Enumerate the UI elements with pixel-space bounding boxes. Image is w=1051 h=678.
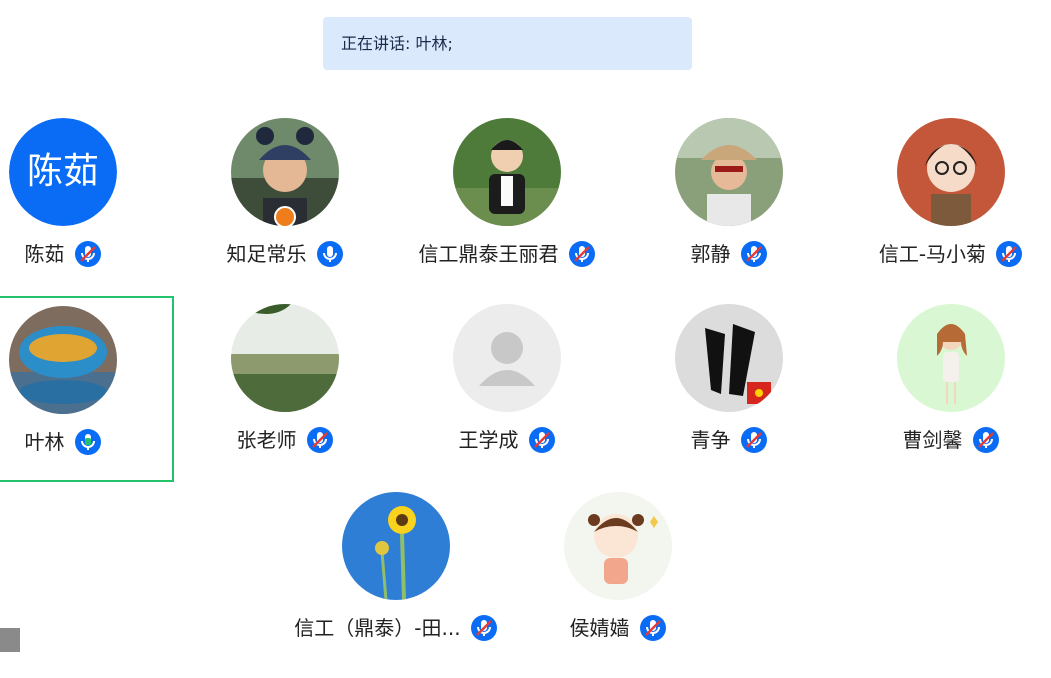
participant-tile[interactable]: 信工-马小菊 (840, 118, 1051, 304)
participant-tile[interactable]: 王学成 (396, 304, 618, 490)
avatar (675, 304, 783, 412)
avatar (342, 492, 450, 600)
participant-name: 郭静 (690, 241, 731, 266)
mic-speaking-icon[interactable] (74, 428, 102, 456)
avatar (231, 304, 339, 412)
avatar (9, 306, 117, 414)
avatar (564, 492, 672, 600)
mic-muted-icon[interactable] (568, 240, 596, 268)
mic-muted-icon[interactable] (528, 426, 556, 454)
participant-tile[interactable]: 信工（鼎泰）-田... (285, 492, 507, 678)
participant-tile[interactable]: 陈茹 陈茹 (0, 118, 174, 304)
participant-tile[interactable]: 曹剑馨 (840, 304, 1051, 490)
participant-name: 信工鼎泰王丽君 (418, 241, 559, 266)
mic-muted-icon[interactable] (470, 614, 498, 642)
mic-muted-icon[interactable] (740, 240, 768, 268)
participant-tile[interactable]: 知足常乐 (174, 118, 396, 304)
mic-muted-icon[interactable] (74, 240, 102, 268)
participant-name: 信工（鼎泰）-田... (294, 615, 461, 640)
avatar (897, 118, 1005, 226)
speaking-banner: 正在讲话: 叶林; (323, 17, 692, 70)
participant-name: 王学成 (458, 427, 519, 452)
host-badge-icon (274, 206, 296, 228)
mic-muted-icon[interactable] (995, 240, 1023, 268)
participant-name: 信工-马小菊 (878, 241, 987, 266)
participant-tile[interactable]: 侯婧嫱 (507, 492, 729, 678)
participant-name: 叶林 (24, 429, 65, 454)
participant-name: 青争 (690, 427, 731, 452)
mic-muted-icon[interactable] (639, 614, 667, 642)
mic-on-icon[interactable] (316, 240, 344, 268)
participant-name: 陈茹 (24, 241, 65, 266)
mic-muted-icon[interactable] (740, 426, 768, 454)
participant-name: 知足常乐 (226, 241, 307, 266)
mic-muted-icon[interactable] (306, 426, 334, 454)
participant-tile-active[interactable]: 叶林 (0, 296, 174, 482)
collapse-tab[interactable] (0, 628, 20, 652)
participant-name: 侯婧嫱 (569, 615, 630, 640)
avatar-initials: 陈茹 (9, 118, 117, 226)
speaking-text: 正在讲话: 叶林; (341, 34, 453, 53)
participant-name: 曹剑馨 (902, 427, 963, 452)
participant-tile[interactable]: 郭静 (618, 118, 840, 304)
participant-tile[interactable]: 信工鼎泰王丽君 (396, 118, 618, 304)
participant-tile[interactable]: 青争 (618, 304, 840, 490)
avatar: 陈茹 (9, 118, 117, 226)
mic-muted-icon[interactable] (972, 426, 1000, 454)
participant-name: 张老师 (236, 427, 297, 452)
avatar (897, 304, 1005, 412)
participant-tile[interactable]: 张老师 (174, 304, 396, 490)
avatar (453, 118, 561, 226)
avatar (453, 304, 561, 412)
avatar (675, 118, 783, 226)
